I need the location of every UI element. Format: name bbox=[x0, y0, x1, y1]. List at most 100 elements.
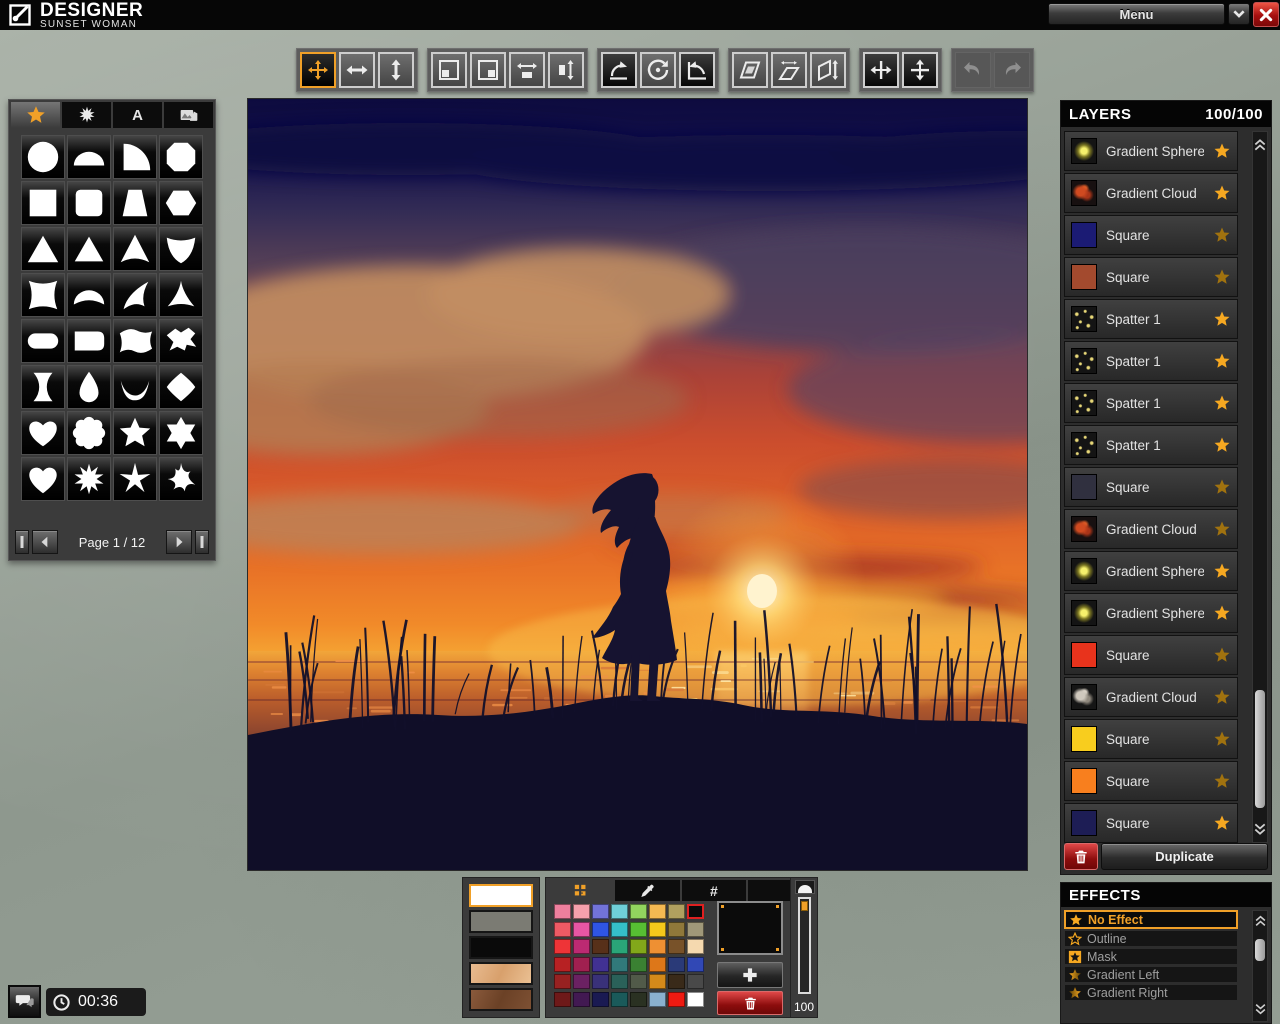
layer-row[interactable]: Gradient Cloud bbox=[1064, 509, 1238, 549]
shape-teardrop[interactable] bbox=[67, 365, 111, 409]
color-swatch[interactable] bbox=[592, 991, 609, 1007]
color-swatch[interactable] bbox=[687, 904, 704, 919]
color-swatch[interactable] bbox=[687, 939, 704, 955]
shape-burst-10[interactable] bbox=[67, 457, 111, 501]
previous-page-button[interactable] bbox=[32, 530, 58, 554]
color-swatch[interactable] bbox=[649, 956, 666, 972]
layer-row[interactable]: Gradient Sphere bbox=[1064, 131, 1238, 171]
flip-vertical-button[interactable] bbox=[902, 52, 938, 88]
shape-pinwheel-star[interactable] bbox=[159, 457, 203, 501]
color-swatch[interactable] bbox=[630, 904, 647, 919]
star-icon[interactable] bbox=[1213, 730, 1231, 748]
shape-rounded-flag[interactable] bbox=[67, 319, 111, 363]
layer-row[interactable]: Square bbox=[1064, 803, 1238, 843]
skew-vertical-button[interactable] bbox=[810, 52, 846, 88]
layer-row[interactable]: Square bbox=[1064, 635, 1238, 675]
color-swatch[interactable] bbox=[554, 974, 571, 990]
rotate-free-button[interactable] bbox=[640, 52, 676, 88]
effects-scrollbar[interactable] bbox=[1252, 910, 1268, 1022]
flip-horizontal-button[interactable] bbox=[863, 52, 899, 88]
star-icon[interactable] bbox=[1213, 520, 1231, 538]
tab-images[interactable] bbox=[164, 102, 213, 128]
scale-button[interactable] bbox=[431, 52, 467, 88]
effect-outline[interactable]: Outline bbox=[1064, 930, 1238, 947]
color-swatch[interactable] bbox=[573, 974, 590, 990]
color-swatch[interactable] bbox=[611, 991, 628, 1007]
layer-row[interactable]: Gradient Sphere bbox=[1064, 593, 1238, 633]
shape-shield[interactable] bbox=[159, 227, 203, 271]
scale-horizontal-button[interactable] bbox=[509, 52, 545, 88]
color-swatch[interactable] bbox=[687, 991, 704, 1007]
color-swatch[interactable] bbox=[611, 974, 628, 990]
shape-rounded-diamond[interactable] bbox=[159, 365, 203, 409]
scroll-up-button[interactable] bbox=[1253, 132, 1267, 158]
rotate-ccw-button[interactable] bbox=[679, 52, 715, 88]
star-icon[interactable] bbox=[1213, 310, 1231, 328]
shape-concave-square[interactable] bbox=[21, 273, 65, 317]
layer-row[interactable]: Square bbox=[1064, 761, 1238, 801]
color-swatch[interactable] bbox=[687, 956, 704, 972]
star-icon[interactable] bbox=[1213, 646, 1231, 664]
first-page-button[interactable] bbox=[15, 530, 29, 554]
color-swatch[interactable] bbox=[592, 956, 609, 972]
color-swatch[interactable] bbox=[573, 921, 590, 937]
shape-torn-banner[interactable] bbox=[159, 319, 203, 363]
color-swatch[interactable] bbox=[668, 921, 685, 937]
star-icon[interactable] bbox=[1213, 772, 1231, 790]
color-swatch[interactable] bbox=[630, 921, 647, 937]
shape-swoosh[interactable] bbox=[113, 273, 157, 317]
swatch-skin-dark[interactable] bbox=[469, 988, 533, 1011]
shape-hexagon[interactable] bbox=[159, 181, 203, 225]
color-swatch[interactable] bbox=[668, 939, 685, 955]
shape-star-5[interactable] bbox=[113, 411, 157, 455]
layer-row[interactable]: Gradient Cloud bbox=[1064, 677, 1238, 717]
color-swatch[interactable] bbox=[611, 956, 628, 972]
shape-rounded-square[interactable] bbox=[67, 181, 111, 225]
color-swatch[interactable] bbox=[630, 939, 647, 955]
color-swatch[interactable] bbox=[554, 904, 571, 919]
star-icon[interactable] bbox=[1213, 604, 1231, 622]
color-swatch[interactable] bbox=[611, 904, 628, 919]
color-swatch[interactable] bbox=[592, 974, 609, 990]
delete-color-button[interactable] bbox=[717, 991, 783, 1015]
shape-heart-round[interactable] bbox=[21, 457, 65, 501]
shape-crescent[interactable] bbox=[113, 365, 157, 409]
menu-button[interactable]: Menu bbox=[1048, 3, 1225, 25]
color-swatch[interactable] bbox=[592, 921, 609, 937]
color-swatch[interactable] bbox=[630, 991, 647, 1007]
color-swatch[interactable] bbox=[668, 956, 685, 972]
skew-horizontal-button[interactable] bbox=[771, 52, 807, 88]
shape-concave-triangle[interactable] bbox=[113, 227, 157, 271]
star-icon[interactable] bbox=[1213, 688, 1231, 706]
layer-row[interactable]: Gradient Sphere bbox=[1064, 551, 1238, 591]
shape-concave-pillar[interactable] bbox=[21, 365, 65, 409]
color-swatch[interactable] bbox=[611, 939, 628, 955]
swatch-black[interactable] bbox=[469, 936, 533, 959]
close-button[interactable] bbox=[1253, 2, 1279, 27]
star-icon[interactable] bbox=[1213, 814, 1231, 832]
color-swatch[interactable] bbox=[649, 921, 666, 937]
color-swatch[interactable] bbox=[573, 956, 590, 972]
menu-chevron-button[interactable] bbox=[1228, 3, 1250, 25]
scale-vertical-button[interactable] bbox=[548, 52, 584, 88]
star-icon[interactable] bbox=[1213, 142, 1231, 160]
layer-row[interactable]: Square bbox=[1064, 467, 1238, 507]
delete-layer-button[interactable] bbox=[1064, 843, 1098, 870]
color-swatch[interactable] bbox=[649, 904, 666, 919]
star-icon[interactable] bbox=[1213, 562, 1231, 580]
color-swatch[interactable] bbox=[554, 991, 571, 1007]
layer-row[interactable]: Gradient Cloud bbox=[1064, 173, 1238, 213]
color-swatch[interactable] bbox=[630, 974, 647, 990]
layer-row[interactable]: Square bbox=[1064, 719, 1238, 759]
chat-button[interactable] bbox=[8, 985, 41, 1018]
color-swatch[interactable] bbox=[668, 991, 685, 1007]
shape-star-6[interactable] bbox=[159, 411, 203, 455]
shape-semicircle[interactable] bbox=[67, 135, 111, 179]
shape-circle[interactable] bbox=[21, 135, 65, 179]
scroll-up-button[interactable] bbox=[1253, 911, 1267, 931]
swatch-skin-light[interactable] bbox=[469, 962, 533, 985]
last-page-button[interactable] bbox=[195, 530, 209, 554]
layer-row[interactable]: Spatter 1 bbox=[1064, 425, 1238, 465]
tab-shapes[interactable] bbox=[11, 102, 60, 128]
scroll-down-button[interactable] bbox=[1253, 816, 1267, 842]
